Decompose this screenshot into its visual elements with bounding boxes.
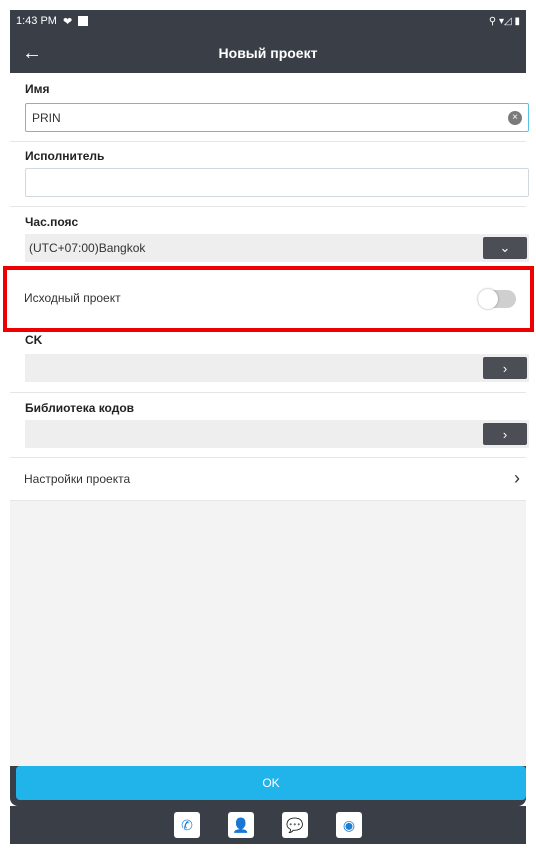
clear-icon[interactable]: × xyxy=(508,111,522,125)
status-icons: ⚲ ▾◿ ▮ xyxy=(488,15,520,27)
project-settings-label: Настройки проекта xyxy=(24,472,131,486)
phone-icon[interactable]: ✆ xyxy=(174,812,200,838)
chevron-down-icon[interactable]: ⌄ xyxy=(483,237,527,259)
divider xyxy=(10,500,526,501)
source-project-toggle[interactable] xyxy=(478,289,516,309)
divider xyxy=(10,206,526,207)
source-project-label: Исходный проект xyxy=(24,291,121,305)
executor-label: Исполнитель xyxy=(25,149,105,163)
name-label: Имя xyxy=(25,82,50,96)
back-arrow-icon[interactable]: ← xyxy=(18,40,46,66)
app-header: ← Новый проект xyxy=(10,32,526,73)
status-time: 1:43 PM xyxy=(16,15,57,27)
code-library-select[interactable]: › xyxy=(25,420,529,448)
ck-label: CK xyxy=(25,333,43,347)
code-library-label: Библиотека кодов xyxy=(25,401,135,415)
name-input-value: PRIN xyxy=(32,110,61,125)
chat-icon[interactable]: 💬 xyxy=(282,812,308,838)
timezone-value: (UTC+07:00)Bangkok xyxy=(29,241,146,255)
toggle-knob xyxy=(478,289,498,309)
executor-input[interactable] xyxy=(25,168,529,197)
chevron-right-icon: › xyxy=(514,468,520,488)
ck-select[interactable]: › xyxy=(25,354,529,382)
divider xyxy=(10,392,526,393)
page-title: Новый проект xyxy=(218,44,318,61)
timezone-select[interactable]: (UTC+07:00)Bangkok ⌄ xyxy=(25,234,529,262)
chevron-right-icon[interactable]: › xyxy=(483,357,527,379)
chevron-right-icon[interactable]: › xyxy=(483,423,527,445)
source-project-row[interactable]: Исходный проект xyxy=(10,272,526,326)
timezone-label: Час.пояс xyxy=(25,215,79,229)
status-bar: 1:43 PM ❤ ⚲ ▾◿ ▮ xyxy=(10,10,526,32)
ok-button[interactable]: OK xyxy=(16,766,526,800)
contacts-icon[interactable]: 👤 xyxy=(228,812,254,838)
camera-icon[interactable]: ◉ xyxy=(336,812,362,838)
empty-area xyxy=(10,500,526,766)
taskbar: ✆ 👤 💬 ◉ xyxy=(10,806,526,844)
project-settings-row[interactable]: Настройки проекта › xyxy=(10,458,526,500)
name-input[interactable]: PRIN × xyxy=(25,103,529,132)
notification-square-icon xyxy=(78,16,89,26)
divider xyxy=(10,141,526,142)
notification-icon: ❤ xyxy=(62,15,73,28)
